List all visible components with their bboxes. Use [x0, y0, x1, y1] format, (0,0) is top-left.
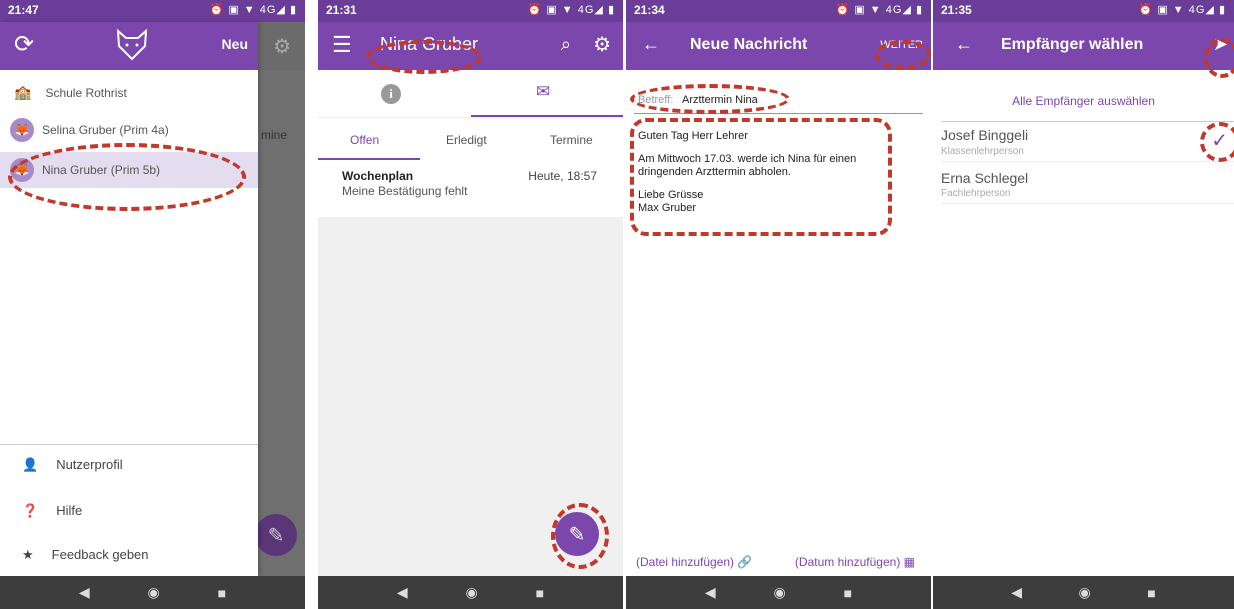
message-title: Wochenplan	[342, 169, 414, 183]
back-arrow-icon[interactable]: ←	[642, 34, 660, 55]
search-icon[interactable]: ⌕	[561, 34, 571, 55]
home-icon[interactable]: ◉	[1079, 584, 1091, 601]
recents-icon[interactable]: ■	[218, 585, 226, 601]
star-icon: ★	[22, 547, 34, 562]
home-icon[interactable]: ◉	[148, 584, 160, 601]
annotation-circle	[8, 143, 246, 211]
page-title: Neue Nachricht	[690, 36, 808, 53]
status-bar: 21:35 ⏰ ▣ ▼ 4G◢ ▮	[933, 0, 1234, 22]
annotation-circle	[875, 40, 931, 70]
attach-label: (Datei hinzufügen)	[636, 555, 735, 569]
select-all-button[interactable]: Alle Empfänger auswählen	[933, 94, 1234, 108]
annotation-circle	[630, 84, 790, 114]
system-nav-bar: ◀ ◉ ■	[0, 576, 305, 609]
recipient-row[interactable]: Josef Binggeli Klassenlehrperson ✓	[941, 122, 1234, 162]
menu-feedback[interactable]: ★ Feedback geben	[22, 547, 149, 563]
peek-tab-label: mine	[260, 128, 287, 142]
home-icon[interactable]: ◉	[774, 584, 786, 601]
fox-logo-icon	[116, 28, 148, 61]
menu-help[interactable]: ❓ Hilfe	[22, 503, 82, 519]
page-title: Empfänger wählen	[1001, 36, 1144, 53]
menu-icon[interactable]: ☰	[332, 32, 352, 58]
tab-indicator	[471, 115, 623, 117]
screen-inbox: 21:31 ⏰ ▣ ▼ 4G◢ ▮ ☰ Nina Gruber ⌕ ⚙ i ✉ O…	[318, 0, 623, 609]
paperclip-icon: 🔗	[737, 555, 753, 569]
status-time: 21:35	[941, 3, 972, 17]
message-item[interactable]: Wochenplan Heute, 18:57 Meine Bestätigun…	[318, 160, 623, 218]
status-tabs: Offen Erledigt Termine	[318, 118, 623, 160]
status-time: 21:47	[8, 3, 39, 17]
app-bar: ← Empfänger wählen ➤	[933, 22, 1234, 70]
recipient-role: Klassenlehrperson	[941, 146, 1024, 157]
annotation-circle	[1204, 38, 1234, 78]
status-icons: ⏰ ▣ ▼ 4G◢ ▮	[527, 4, 615, 16]
screen-recipients: 21:35 ⏰ ▣ ▼ 4G◢ ▮ ← Empfänger wählen ➤ Al…	[933, 0, 1234, 609]
menu-label: Nutzerprofil	[56, 457, 123, 472]
settings-icon[interactable]: ⚙	[593, 32, 611, 57]
annotation-box	[630, 118, 892, 236]
recipient-role: Fachlehrperson	[941, 188, 1011, 199]
annotation-circle	[1200, 122, 1234, 162]
recents-icon[interactable]: ■	[844, 585, 852, 601]
recipient-name: Josef Binggeli	[941, 127, 1029, 143]
recents-icon[interactable]: ■	[536, 585, 544, 601]
status-icons: ⏰ ▣ ▼ 4G◢ ▮	[209, 4, 297, 16]
new-button[interactable]: Neu	[222, 36, 248, 52]
person-icon: 👤	[22, 457, 39, 472]
status-icons: ⏰ ▣ ▼ 4G◢ ▮	[835, 4, 923, 16]
status-bar: 21:34 ⏰ ▣ ▼ 4G◢ ▮	[626, 0, 931, 22]
status-bar: 21:47 ⏰ ▣ ▼ 4G◢ ▮	[0, 0, 305, 22]
divider	[0, 444, 258, 445]
annotation-circle	[551, 503, 609, 569]
system-nav-bar: ◀ ◉ ■	[626, 576, 931, 609]
back-icon[interactable]: ◀	[1011, 584, 1022, 601]
status-time: 21:31	[326, 3, 357, 17]
message-subtitle: Meine Bestätigung fehlt	[342, 184, 468, 198]
system-nav-bar: ◀ ◉ ■	[933, 576, 1234, 609]
back-icon[interactable]: ◀	[397, 584, 408, 601]
message-time: Heute, 18:57	[528, 169, 597, 183]
navigation-drawer: ⟳ Neu 🏫 Schule Rothrist 🦊 Selina Gruber (P…	[0, 22, 258, 576]
school-icon: 🏫	[14, 84, 32, 100]
status-bar: 21:31 ⏰ ▣ ▼ 4G◢ ▮	[318, 0, 623, 22]
menu-label: Hilfe	[56, 503, 83, 518]
screen-drawer: 21:47 ⏰ ▣ ▼ 4G◢ ▮ ⚙ mine ✎ ⟳ Neu 🏫 Schule …	[0, 0, 305, 609]
calendar-icon: ▦	[903, 555, 915, 569]
child-label: Selina Gruber (Prim 4a)	[42, 123, 169, 137]
back-arrow-icon[interactable]: ←	[955, 34, 973, 55]
view-switcher: i ✉	[318, 70, 623, 118]
refresh-icon[interactable]: ⟳	[14, 30, 34, 59]
mail-icon[interactable]: ✉	[536, 82, 550, 102]
info-icon[interactable]: i	[381, 84, 401, 104]
annotation-circle	[366, 40, 482, 74]
home-icon[interactable]: ◉	[466, 584, 478, 601]
menu-label: Feedback geben	[51, 547, 149, 562]
system-nav-bar: ◀ ◉ ■	[318, 576, 623, 609]
tab-open[interactable]: Offen	[350, 133, 379, 147]
recents-icon[interactable]: ■	[1147, 585, 1155, 601]
recipient-row[interactable]: Erna Schlegel Fachlehrperson	[941, 164, 1234, 204]
attach-file-button[interactable]: (Datei hinzufügen) 🔗	[636, 555, 752, 569]
status-time: 21:34	[634, 3, 665, 17]
school-label: Schule Rothrist	[45, 85, 127, 100]
recipient-name: Erna Schlegel	[941, 170, 1029, 186]
back-icon[interactable]: ◀	[705, 584, 716, 601]
date-label: (Datum hinzufügen)	[794, 555, 901, 569]
child-item-selina[interactable]: 🦊 Selina Gruber (Prim 4a)	[10, 118, 169, 142]
avatar: 🦊	[10, 118, 34, 142]
back-icon[interactable]: ◀	[79, 584, 90, 601]
compose-fab-dimmed: ✎	[255, 514, 297, 556]
screen-compose: 21:34 ⏰ ▣ ▼ 4G◢ ▮ ← Neue Nachricht WEITER…	[626, 0, 931, 609]
menu-profile[interactable]: 👤 Nutzerprofil	[22, 457, 123, 473]
tab-appointments[interactable]: Termine	[550, 133, 593, 147]
add-date-button[interactable]: (Datum hinzufügen) ▦	[795, 555, 915, 569]
school-item[interactable]: 🏫 Schule Rothrist	[14, 84, 127, 101]
status-icons: ⏰ ▣ ▼ 4G◢ ▮	[1138, 4, 1226, 16]
drawer-header: ⟳ Neu	[0, 22, 258, 70]
settings-icon: ⚙	[273, 36, 291, 58]
help-icon: ❓	[22, 503, 39, 518]
tab-done[interactable]: Erledigt	[446, 133, 487, 147]
